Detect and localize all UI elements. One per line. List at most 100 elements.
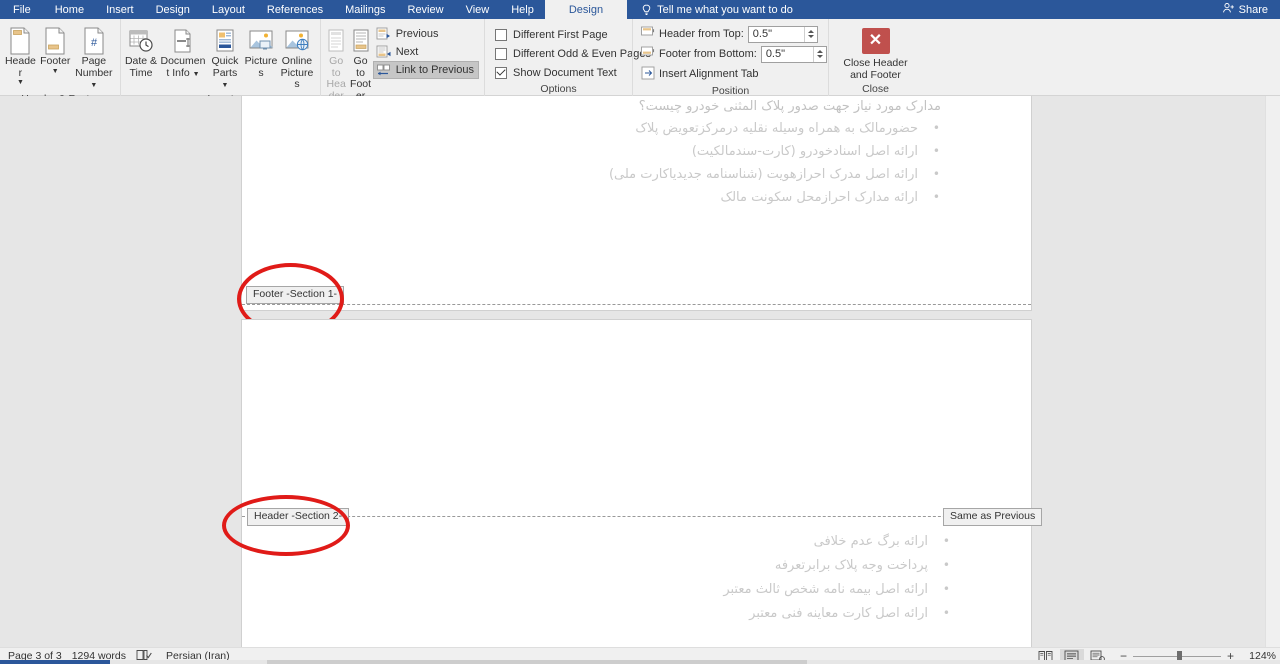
zoom-slider[interactable] bbox=[1132, 650, 1221, 662]
online-pictures-label: Online Pictures bbox=[280, 55, 314, 90]
page-number-button[interactable]: # Page Number ▼ bbox=[73, 23, 115, 92]
tab-references[interactable]: References bbox=[256, 0, 334, 19]
header-from-top-spinner[interactable] bbox=[803, 26, 817, 42]
tab-review[interactable]: Review bbox=[397, 0, 455, 19]
header-from-top-value: 0.5" bbox=[752, 27, 772, 40]
same-as-previous-tag[interactable]: Same as Previous bbox=[943, 508, 1043, 526]
page2-heading: پلاک المثنی خودرو چیست؟ bbox=[764, 646, 943, 647]
pictures-label: Pictures bbox=[244, 55, 278, 79]
ribbon-tab-bar: File Home Insert Design Layout Reference… bbox=[0, 0, 1280, 19]
ribbon-group-close: ✕ Close Header and Footer Close bbox=[828, 19, 922, 96]
document-page-1[interactable]: مدارک مورد نیاز جهت صدور پلاک المثنی خود… bbox=[241, 96, 1032, 311]
go-to-footer-button[interactable]: Go to Footer bbox=[348, 23, 372, 102]
page-number-button-label: Page Number ▼ bbox=[75, 55, 113, 89]
document-info-caret-icon: ▼ bbox=[192, 70, 200, 78]
quick-parts-button[interactable]: Quick Parts ▼ bbox=[207, 23, 243, 92]
footer-from-bottom-input[interactable]: 0.5" bbox=[760, 45, 827, 63]
quick-parts-label: Quick Parts ▼ bbox=[211, 55, 239, 89]
footer-from-bottom-spinner[interactable] bbox=[812, 46, 826, 62]
tab-home[interactable]: Home bbox=[44, 0, 95, 19]
share-label: Share bbox=[1238, 3, 1268, 16]
close-header-and-footer-label-1: Close Header bbox=[843, 57, 908, 69]
different-odd-even-pages-checkbox-row[interactable]: Different Odd & Even Pages bbox=[495, 44, 651, 63]
tab-design-contextual[interactable]: Design bbox=[544, 0, 628, 19]
ribbon-group-label-options: Options bbox=[540, 83, 577, 95]
tab-layout[interactable]: Layout bbox=[201, 0, 256, 19]
header-from-top-row[interactable]: Header from Top: 0.5" bbox=[641, 24, 818, 44]
lightbulb-icon bbox=[641, 4, 652, 16]
taskbar-accent-strip bbox=[0, 660, 110, 664]
page-number-caret-icon: ▼ bbox=[90, 82, 98, 89]
ribbon-group-position: Header from Top: 0.5" Footer from Bottom… bbox=[632, 19, 828, 97]
page2-bullet-1: ارائه برگ عدم خلافی bbox=[814, 534, 951, 549]
footer-from-bottom-row[interactable]: Footer from Bottom: 0.5" bbox=[641, 44, 827, 64]
tell-me-label: Tell me what you want to do bbox=[657, 3, 793, 16]
ribbon-group-insert: Date & Time Document Info ▼ Quick Parts … bbox=[120, 19, 320, 105]
previous-button[interactable]: Previous bbox=[373, 25, 479, 43]
close-x-icon: ✕ bbox=[861, 28, 890, 54]
footer-button[interactable]: Footer ▼ bbox=[38, 23, 73, 76]
page1-bullet-4: ارائه مدارک احرازمحل سکونت مالک bbox=[720, 190, 939, 205]
tab-help[interactable]: Help bbox=[500, 0, 545, 19]
footer-button-label: Footer bbox=[40, 55, 71, 67]
bottom-scroll-strip[interactable] bbox=[0, 660, 1280, 664]
header-boundary-line bbox=[242, 516, 1031, 517]
different-first-page-checkbox[interactable] bbox=[495, 28, 507, 41]
header-page-icon bbox=[8, 26, 32, 56]
document-info-button[interactable]: Document Info ▼ bbox=[159, 23, 207, 80]
share-button[interactable]: Share bbox=[1214, 0, 1280, 19]
tab-design[interactable]: Design bbox=[145, 0, 201, 19]
horizontal-scroll-thumb[interactable] bbox=[267, 660, 807, 664]
tab-file[interactable]: File bbox=[0, 0, 44, 19]
date-and-time-button[interactable]: Date & Time bbox=[123, 23, 159, 79]
header-from-top-label: Header from Top: bbox=[659, 28, 744, 40]
date-and-time-label: Date & Time bbox=[124, 55, 158, 79]
insert-alignment-tab-label: Insert Alignment Tab bbox=[659, 68, 759, 80]
next-icon bbox=[376, 44, 392, 60]
go-to-footer-icon bbox=[351, 26, 371, 56]
close-header-and-footer-label-2: and Footer bbox=[850, 69, 901, 81]
page1-bullet-1: حضورمالک به همراه وسیله نقلیه درمرکزتعوی… bbox=[635, 121, 939, 136]
header-from-top-input[interactable]: 0.5" bbox=[747, 25, 818, 43]
pictures-button[interactable]: Pictures bbox=[243, 23, 279, 79]
page2-bullet-2: پرداخت وجه پلاک برابرتعرفه bbox=[775, 558, 950, 573]
different-first-page-checkbox-row[interactable]: Different First Page bbox=[495, 25, 608, 44]
tab-insert[interactable]: Insert bbox=[95, 0, 145, 19]
insert-alignment-tab-row[interactable]: Insert Alignment Tab bbox=[641, 64, 758, 84]
previous-label: Previous bbox=[395, 28, 439, 40]
header-caret-icon[interactable]: ▼ bbox=[17, 79, 24, 87]
tab-mailings[interactable]: Mailings bbox=[334, 0, 396, 19]
different-first-page-label: Different First Page bbox=[513, 28, 608, 41]
footer-boundary-line bbox=[242, 304, 1031, 305]
online-pictures-button[interactable]: Online Pictures bbox=[279, 23, 315, 91]
page-number-icon: # bbox=[82, 26, 106, 56]
calendar-clock-icon bbox=[128, 26, 154, 56]
document-canvas[interactable]: مدارک مورد نیاز جهت صدور پلاک المثنی خود… bbox=[0, 96, 1280, 647]
close-header-and-footer-button[interactable]: ✕ Close Header and Footer bbox=[838, 25, 914, 81]
show-document-text-checkbox[interactable] bbox=[495, 66, 507, 79]
previous-icon bbox=[376, 26, 392, 42]
insert-alignment-tab-icon bbox=[641, 66, 655, 83]
go-to-header-button[interactable]: Go to Header bbox=[324, 23, 348, 102]
next-button[interactable]: Next bbox=[373, 43, 479, 61]
header-button[interactable]: Header ▼ bbox=[3, 23, 38, 87]
document-page-2[interactable]: ارائه برگ عدم خلافی پرداخت وجه پلاک براب… bbox=[241, 319, 1032, 647]
tab-view[interactable]: View bbox=[455, 0, 501, 19]
ribbon-group-navigation: Go to Header Go to Footer Previous bbox=[320, 19, 484, 115]
link-to-previous-button[interactable]: Link to Previous bbox=[372, 61, 479, 79]
header-section-2-tag[interactable]: Header -Section 2- bbox=[247, 508, 350, 526]
footer-section-1-tag[interactable]: Footer -Section 1- bbox=[246, 286, 345, 304]
page2-bullet-3: ارائه اصل بیمه نامه شخص ثالث معتبر bbox=[723, 582, 949, 597]
footer-caret-icon[interactable]: ▼ bbox=[52, 68, 59, 76]
quick-parts-icon bbox=[213, 26, 237, 56]
ribbon: Header ▼ Footer ▼ # Page Number ▼ Header… bbox=[0, 19, 1280, 115]
show-document-text-checkbox-row[interactable]: Show Document Text bbox=[495, 63, 617, 82]
go-to-header-icon bbox=[326, 26, 346, 56]
person-add-icon bbox=[1222, 2, 1235, 17]
footer-from-bottom-label: Footer from Bottom: bbox=[659, 48, 757, 60]
tell-me-box[interactable]: Tell me what you want to do bbox=[627, 0, 803, 19]
vertical-scrollbar[interactable] bbox=[1265, 96, 1280, 647]
ribbon-group-options: Different First Page Different Odd & Eve… bbox=[484, 19, 651, 96]
link-to-previous-label: Link to Previous bbox=[395, 64, 474, 76]
different-odd-even-pages-checkbox[interactable] bbox=[495, 47, 507, 60]
